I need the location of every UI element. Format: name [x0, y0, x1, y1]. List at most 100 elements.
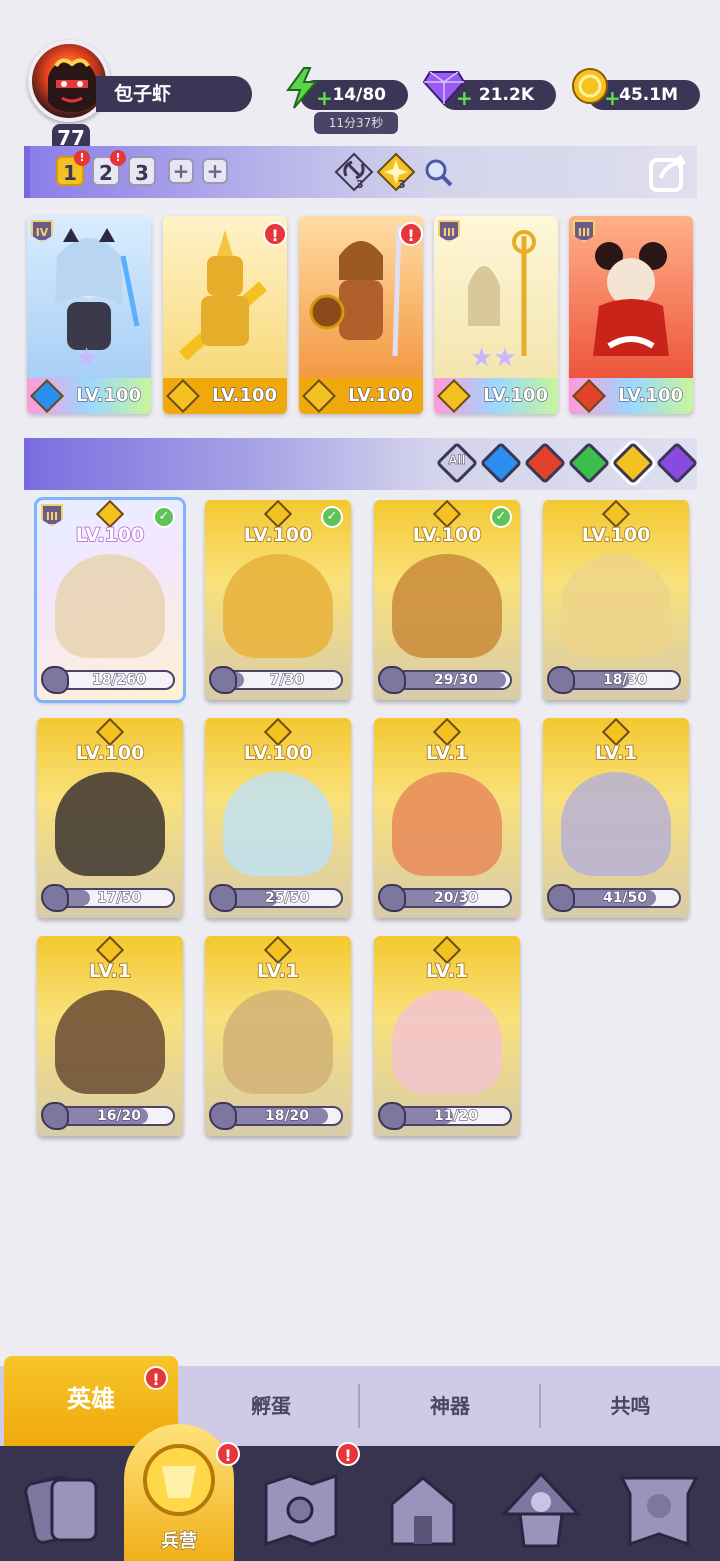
nav-shrine[interactable]: [496, 1464, 586, 1554]
gold-plus-icon[interactable]: +: [604, 88, 621, 108]
shard-progress-bar: 41/50: [547, 884, 681, 912]
shard-icon: [547, 666, 575, 694]
energy-plus-icon[interactable]: +: [316, 88, 333, 108]
alert-badge: !: [110, 150, 126, 166]
shard-progress-bar: 11/20: [378, 1102, 512, 1130]
gold-counter[interactable]: + 45.1M: [572, 68, 700, 110]
hero-level: LV.1: [88, 959, 132, 983]
team-tab-2[interactable]: 2 !: [92, 150, 126, 186]
nav-barracks-label: 兵营: [161, 1531, 198, 1553]
shard-icon: [547, 884, 575, 912]
hero-portrait-icon: [561, 772, 671, 876]
shard-progress-bar: 17/50: [41, 884, 175, 912]
hero-card[interactable]: LV.1 11/20: [374, 936, 520, 1136]
shard-icon: [378, 666, 406, 694]
hero-portrait-icon: [55, 554, 165, 658]
squad-hero-slot[interactable]: LV.100 !: [299, 216, 423, 414]
check-icon: ✓: [490, 506, 512, 528]
hero-card[interactable]: LV.100 25/50: [205, 718, 351, 918]
filter-fire-icon[interactable]: [523, 441, 567, 485]
filter-dark-icon[interactable]: [655, 441, 699, 485]
team-tab-label: 2: [99, 161, 113, 185]
shard-progress-text: 18/20: [264, 1108, 310, 1125]
nav-map[interactable]: [256, 1464, 346, 1554]
alert-badge: !: [263, 222, 287, 246]
hero-portrait-icon: ★: [55, 228, 140, 373]
tab-artifacts[interactable]: 神器: [360, 1366, 540, 1446]
energy-counter[interactable]: + 14/80: [286, 67, 408, 110]
hero-portrait-icon: [392, 554, 502, 658]
light-element-icon[interactable]: 3: [376, 152, 416, 194]
add-team-button[interactable]: +: [168, 158, 194, 184]
hero-card[interactable]: LV.1 16/20: [37, 936, 183, 1136]
shard-icon: [378, 1102, 406, 1130]
hero-portrait-icon: [561, 554, 671, 658]
shard-icon: [41, 1102, 69, 1130]
hero-card[interactable]: LV.100 ✓ 7/30: [205, 500, 351, 700]
tab-resonance[interactable]: 共鸣: [541, 1366, 720, 1446]
nav-barracks[interactable]: 兵营: [124, 1424, 234, 1561]
bottom-nav: 兵营 ! !: [0, 1424, 720, 1561]
player-name: 包子虾: [96, 76, 252, 112]
shard-icon: [41, 884, 69, 912]
hero-level: LV.1: [425, 741, 469, 765]
nav-building[interactable]: [378, 1464, 468, 1554]
shard-progress-text: 16/20: [96, 1108, 142, 1125]
gem-value: 21.2K: [478, 85, 534, 105]
search-icon[interactable]: [424, 158, 454, 188]
squad-hero-slot[interactable]: IV ★ LV.100: [27, 216, 151, 414]
hero-card[interactable]: LV.100 18/30: [543, 500, 689, 700]
shard-progress-text: 7/30: [269, 672, 305, 689]
axe-class-icon[interactable]: 3: [334, 152, 374, 194]
hero-portrait-icon: [55, 772, 165, 876]
gem-plus-icon[interactable]: +: [456, 88, 473, 108]
shard-icon: [209, 884, 237, 912]
hero-card[interactable]: LV.1 41/50: [543, 718, 689, 918]
hero-portrait-icon: [392, 772, 502, 876]
hero-card[interactable]: LV.100 ✓ 29/30: [374, 500, 520, 700]
shard-progress-text: 41/50: [602, 890, 648, 907]
check-icon: ✓: [321, 506, 343, 528]
hero-portrait-icon: [223, 772, 333, 876]
shard-progress-bar: 20/30: [378, 884, 512, 912]
shard-progress-bar: 25/50: [209, 884, 343, 912]
team-tab-label: 3: [135, 161, 149, 185]
avatar-portrait-icon: [48, 58, 96, 112]
alert-badge: !: [216, 1442, 240, 1466]
guild-banner-icon: [619, 1476, 699, 1547]
squad-hero-slot[interactable]: III ★★ LV.100: [434, 216, 558, 414]
shard-icon: [378, 884, 406, 912]
hero-portrait-icon: ★★: [468, 230, 536, 373]
svg-text:★★: ★★: [470, 343, 517, 373]
cards-icon: [24, 1476, 98, 1544]
shard-progress-text: 18/260: [92, 672, 147, 689]
add-team-button[interactable]: +: [202, 158, 228, 184]
sub-tab-bar: 英雄 ! 孵蛋 神器 共鸣: [0, 1356, 720, 1446]
squad-hero-slot[interactable]: III LV.100: [569, 216, 693, 414]
team-tab-3[interactable]: 3: [128, 156, 156, 186]
filter-light-icon[interactable]: [611, 441, 655, 485]
shard-progress-text: 20/30: [433, 890, 479, 907]
filter-water-icon[interactable]: [479, 441, 523, 485]
check-icon: ✓: [153, 506, 175, 528]
nav-guild[interactable]: [614, 1464, 704, 1554]
squad-hero-slot[interactable]: LV.100 !: [163, 216, 287, 414]
share-icon[interactable]: [647, 150, 691, 194]
rank-badge: III: [41, 504, 63, 526]
hero-level: LV.1: [256, 959, 300, 983]
gem-counter[interactable]: + 21.2K: [422, 71, 556, 110]
hero-card[interactable]: III LV.100 ✓ 18/260: [34, 497, 186, 703]
shard-progress-bar: 18/260: [41, 666, 175, 694]
hero-card[interactable]: LV.1 20/30: [374, 718, 520, 918]
hero-card[interactable]: LV.100 17/50: [37, 718, 183, 918]
alert-badge: !: [336, 1442, 360, 1466]
hero-level: LV.100: [75, 741, 145, 765]
team-tab-1[interactable]: 1 !: [56, 150, 90, 186]
shard-progress-text: 17/50: [96, 890, 142, 907]
element-count: 3: [398, 178, 406, 191]
hero-portrait-icon: [392, 990, 502, 1094]
filter-all-label: All: [448, 453, 466, 468]
filter-wind-icon[interactable]: [567, 441, 611, 485]
nav-cards[interactable]: [20, 1464, 110, 1554]
hero-card[interactable]: LV.1 18/20: [205, 936, 351, 1136]
